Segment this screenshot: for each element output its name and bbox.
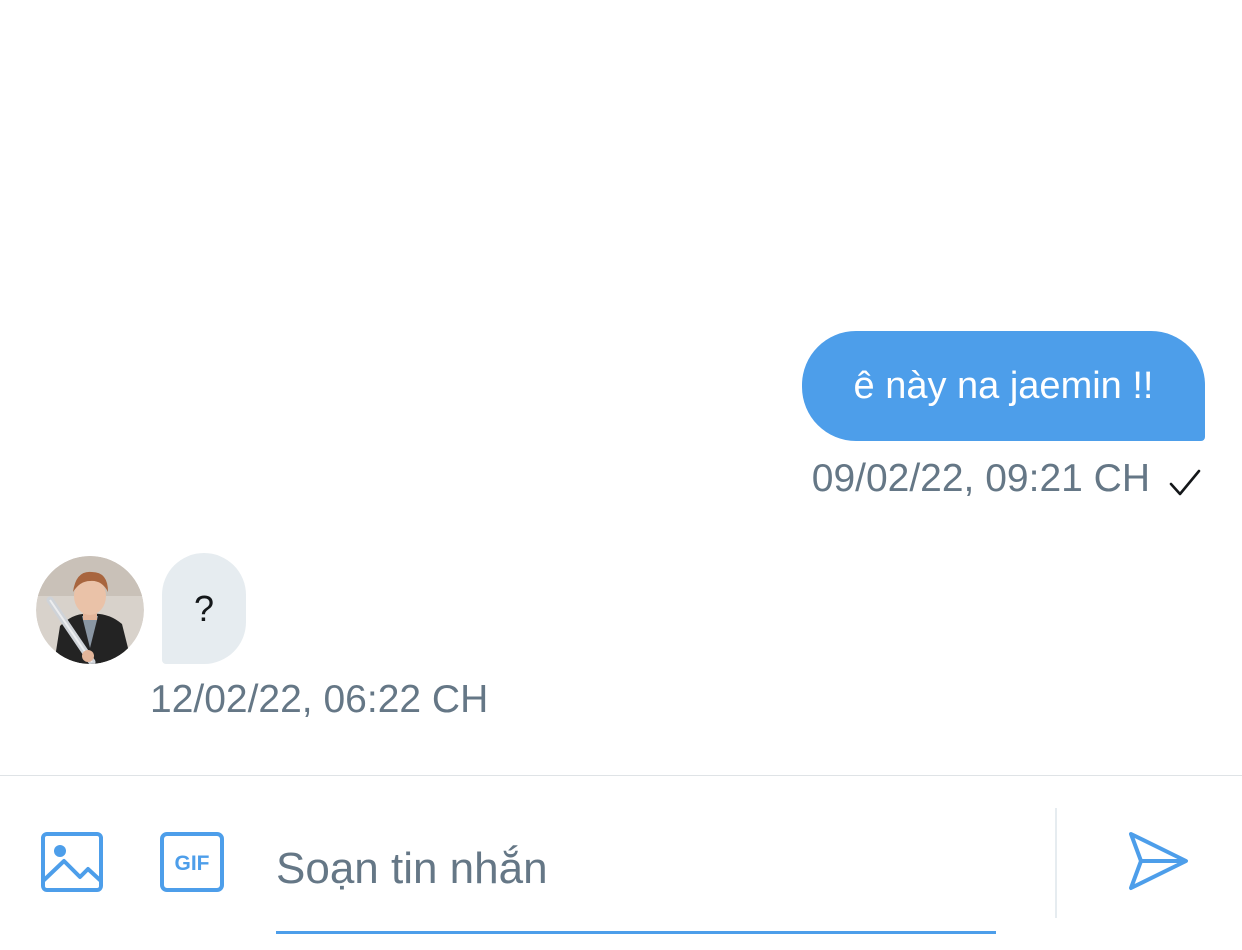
gif-icon[interactable]: GIF	[159, 831, 225, 893]
sent-message-meta: 09/02/22, 09:21 CH	[812, 456, 1202, 502]
check-icon	[1168, 464, 1202, 496]
send-icon[interactable]	[1126, 830, 1190, 892]
message-composer: GIF	[0, 776, 1242, 950]
received-message-text: ?	[193, 588, 215, 629]
sent-message-text: ê này na jaemin !!	[853, 365, 1154, 407]
sent-message-bubble[interactable]: ê này na jaemin !!	[802, 331, 1205, 441]
message-input[interactable]	[276, 816, 996, 934]
image-icon[interactable]	[40, 831, 104, 893]
composer-separator	[1055, 808, 1057, 918]
received-message-bubble[interactable]: ?	[162, 553, 246, 664]
dm-conversation-screen: ê này na jaemin !! 09/02/22, 09:21 CH ? …	[0, 0, 1242, 950]
gif-icon-label: GIF	[175, 852, 210, 875]
sent-message-timestamp: 09/02/22, 09:21 CH	[811, 457, 1150, 500]
received-message-timestamp: 12/02/22, 06:22 CH	[150, 678, 489, 721]
avatar[interactable]	[36, 556, 144, 664]
